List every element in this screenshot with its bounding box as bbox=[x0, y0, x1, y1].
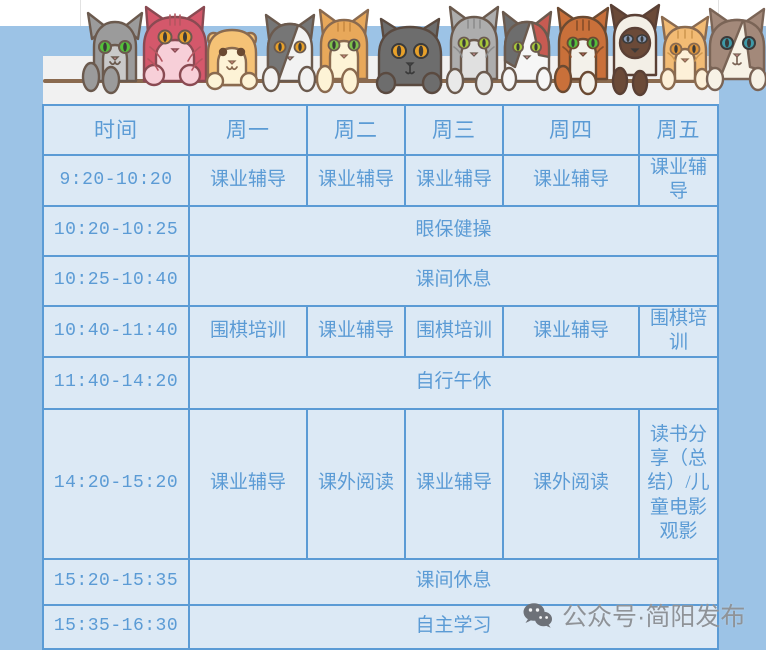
table-row: 11:40-14:20 自行午休 bbox=[42, 355, 719, 410]
table-row: 10:25-10:40 课间休息 bbox=[42, 254, 719, 307]
time-slot: 15:20-15:35 bbox=[42, 557, 190, 606]
time-slot: 10:20-10:25 bbox=[42, 204, 190, 257]
time-slot: 9:20-10:20 bbox=[42, 154, 190, 207]
header-time: 时间 bbox=[42, 104, 190, 156]
activity-cell-merged: 自行午休 bbox=[188, 355, 719, 410]
time-slot: 10:40-11:40 bbox=[42, 304, 190, 358]
taupe-white-cat bbox=[700, 7, 766, 95]
header-friday: 周五 bbox=[638, 104, 719, 156]
activity-cell: 围棋培训 bbox=[638, 304, 719, 358]
activity-cell: 课业辅导 bbox=[638, 154, 719, 207]
activity-cell-merged: 眼保健操 bbox=[188, 204, 719, 257]
activity-cell: 课业辅导 bbox=[188, 407, 308, 560]
activity-cell-merged: 课间休息 bbox=[188, 254, 719, 307]
table-row: 10:20-10:25 眼保健操 bbox=[42, 204, 719, 257]
time-slot: 15:35-16:30 bbox=[42, 603, 190, 650]
activity-cell: 课业辅导 bbox=[502, 154, 640, 207]
table-header-row: 时间 周一 周二 周三 周四 周五 bbox=[42, 104, 719, 156]
activity-cell: 课业辅导 bbox=[502, 304, 640, 358]
table-row: 10:40-11:40 围棋培训 课业辅导 围棋培训 课业辅导 围棋培训 bbox=[42, 304, 719, 358]
weekly-schedule-table: 时间 周一 周二 周三 周四 周五 9:20-10:20 课业辅导 课业辅导 课… bbox=[42, 104, 719, 650]
header-wednesday: 周三 bbox=[404, 104, 504, 156]
table-row: 15:20-15:35 课间休息 bbox=[42, 557, 719, 606]
activity-cell: 课业辅导 bbox=[306, 304, 406, 358]
time-slot: 14:20-15:20 bbox=[42, 407, 190, 560]
page-stage: 时间 周一 周二 周三 周四 周五 9:20-10:20 课业辅导 课业辅导 课… bbox=[0, 0, 766, 650]
time-slot: 11:40-14:20 bbox=[42, 355, 190, 410]
activity-cell: 课外阅读 bbox=[502, 407, 640, 560]
activity-cell: 围棋培训 bbox=[188, 304, 308, 358]
activity-cell-merged: 自主学习 bbox=[188, 603, 719, 650]
activity-cell: 围棋培训 bbox=[404, 304, 504, 358]
activity-cell: 课外阅读 bbox=[306, 407, 406, 560]
cat-row-illustration bbox=[0, 0, 766, 97]
cream-tan-cat bbox=[199, 15, 265, 95]
orange-white-cat bbox=[310, 7, 378, 95]
header-tuesday: 周二 bbox=[306, 104, 406, 156]
activity-cell: 课业辅导 bbox=[404, 407, 504, 560]
activity-cell: 课业辅导 bbox=[306, 154, 406, 207]
table-row: 14:20-15:20 课业辅导 课外阅读 课业辅导 课外阅读 读书分享（总结）… bbox=[42, 407, 719, 560]
header-thursday: 周四 bbox=[502, 104, 640, 156]
table-row: 15:35-16:30 自主学习 bbox=[42, 603, 719, 650]
dark-gray-cat bbox=[370, 11, 450, 95]
activity-cell-merged: 课间休息 bbox=[188, 557, 719, 606]
table-row: 9:20-10:20 课业辅导 课业辅导 课业辅导 课业辅导 课业辅导 bbox=[42, 154, 719, 207]
time-slot: 10:25-10:40 bbox=[42, 254, 190, 307]
header-monday: 周一 bbox=[188, 104, 308, 156]
activity-cell: 课业辅导 bbox=[188, 154, 308, 207]
activity-cell: 课业辅导 bbox=[404, 154, 504, 207]
activity-cell: 读书分享（总结）/儿童电影观影 bbox=[638, 407, 719, 560]
